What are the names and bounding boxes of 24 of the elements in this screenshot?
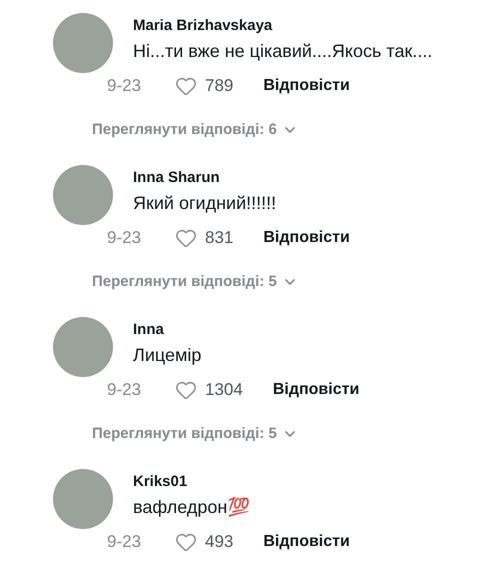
comment-text: вафледрон💯 xyxy=(133,496,250,519)
like-icon[interactable] xyxy=(175,379,197,401)
comment-date: 9-23 xyxy=(107,227,142,250)
comment-text: Який огидний!!!!!! xyxy=(133,192,276,215)
comment-date: 9-23 xyxy=(107,75,142,98)
comment-date: 9-23 xyxy=(107,531,142,554)
reply-button[interactable]: Відповісти xyxy=(263,530,350,554)
username[interactable]: Inna xyxy=(133,320,202,340)
username[interactable]: Inna Sharun xyxy=(133,168,276,188)
comment-text: Лицемір xyxy=(133,344,202,367)
like-count: 1304 xyxy=(205,379,243,402)
username[interactable]: Maria Brizhavskaya xyxy=(133,16,432,36)
username[interactable]: Kriks01 xyxy=(133,472,250,492)
reply-button[interactable]: Відповісти xyxy=(272,378,360,402)
like-count: 493 xyxy=(205,531,234,554)
reply-button[interactable]: Відповісти xyxy=(263,74,350,98)
like-icon[interactable] xyxy=(175,75,197,97)
like-count: 789 xyxy=(205,75,234,98)
comment-text: Ні...ти вже не цікавий....Якось так.... xyxy=(133,40,432,63)
comment-date: 9-23 xyxy=(107,379,142,402)
like-icon[interactable] xyxy=(175,531,197,553)
reply-button[interactable]: Відповісти xyxy=(263,226,350,250)
like-icon[interactable] xyxy=(175,227,197,249)
like-count: 831 xyxy=(205,227,234,250)
